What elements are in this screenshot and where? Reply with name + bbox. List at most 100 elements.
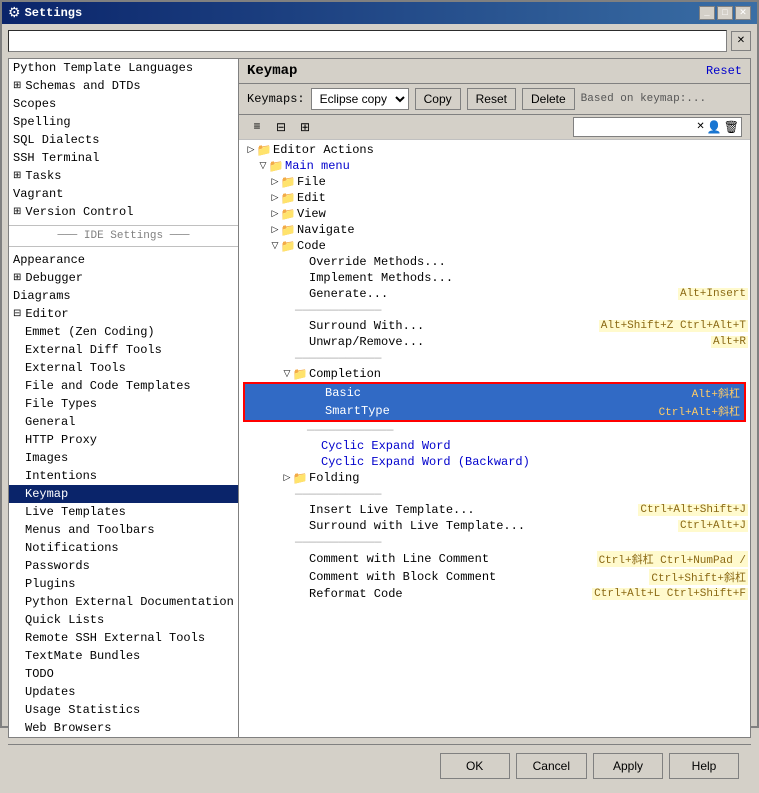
sidebar-item-remote-ssh[interactable]: Remote SSH External Tools xyxy=(9,629,238,647)
sidebar-item-debugger[interactable]: ⊞ Debugger xyxy=(9,269,238,287)
maximize-button[interactable]: □ xyxy=(717,6,733,20)
tree-node-completion[interactable]: ▽ 📁 Completion xyxy=(241,366,748,382)
tree-node-smarttype[interactable]: SmartType Ctrl+Alt+斜杠 xyxy=(245,402,744,420)
copy-button[interactable]: Copy xyxy=(415,88,461,110)
sidebar-item-textmate[interactable]: TextMate Bundles xyxy=(9,647,238,665)
sidebar-item-plugins[interactable]: Plugins xyxy=(9,575,238,593)
separator-label: ———————————— xyxy=(293,535,748,549)
sidebar-item-live-templates[interactable]: Live Templates xyxy=(9,503,238,521)
leaf-spacer xyxy=(281,320,293,332)
reset-button[interactable]: Reset xyxy=(467,88,516,110)
indent-icon[interactable]: ≡ xyxy=(247,117,267,137)
shortcut: Ctrl+Alt+J xyxy=(678,520,748,532)
minimize-button[interactable]: _ xyxy=(699,6,715,20)
tree-node-surround-with[interactable]: Surround With... Alt+Shift+Z Ctrl+Alt+T xyxy=(241,318,748,334)
sidebar-item-tasks[interactable]: ⊞ Tasks xyxy=(9,167,238,185)
sidebar-item-notifications[interactable]: Notifications xyxy=(9,539,238,557)
tree-node-editor-actions[interactable]: ▷ 📁 Editor Actions xyxy=(241,142,748,158)
tree-search-field: ✕ 👤 🗑 xyxy=(573,117,742,137)
tree-node-main-menu[interactable]: ▽ 📁 Main menu xyxy=(241,158,748,174)
tree-node-implement-methods[interactable]: Implement Methods... xyxy=(241,270,748,286)
tree-node-override-methods[interactable]: Override Methods... xyxy=(241,254,748,270)
sidebar-item-emmet[interactable]: Emmet (Zen Coding) xyxy=(9,323,238,341)
sidebar-item-spelling[interactable]: Spelling xyxy=(9,113,238,131)
tree-node-edit[interactable]: ▷ 📁 Edit xyxy=(241,190,748,206)
help-button[interactable]: Help xyxy=(669,753,739,779)
tree-node-line-comment[interactable]: Comment with Line Comment Ctrl+斜杠 Ctrl+N… xyxy=(241,550,748,568)
sidebar-item-schemas-dtds[interactable]: ⊞ Schemas and DTDs xyxy=(9,77,238,95)
sidebar-item-images[interactable]: Images xyxy=(9,449,238,467)
sidebar-item-python-template-languages[interactable]: Python Template Languages xyxy=(9,59,238,77)
sidebar-item-diagrams[interactable]: Diagrams xyxy=(9,287,238,305)
tree-label: Insert Live Template... xyxy=(307,503,638,517)
search-person-icon[interactable]: 👤 xyxy=(707,120,722,135)
tree-node-basic[interactable]: Basic Alt+斜杠 xyxy=(245,384,744,402)
leaf-spacer xyxy=(281,256,293,268)
tree-node-insert-live-template[interactable]: Insert Live Template... Ctrl+Alt+Shift+J xyxy=(241,502,748,518)
sidebar-item-file-code-templates[interactable]: File and Code Templates xyxy=(9,377,238,395)
sidebar-item-menus-toolbars[interactable]: Menus and Toolbars xyxy=(9,521,238,539)
tree-node-block-comment[interactable]: Comment with Block Comment Ctrl+Shift+斜杠 xyxy=(241,568,748,586)
ok-button[interactable]: OK xyxy=(440,753,510,779)
tree-label: Basic xyxy=(323,386,692,400)
sidebar-label: Tasks xyxy=(25,169,61,183)
sidebar-item-editor[interactable]: ⊟ Editor xyxy=(9,305,238,323)
close-button[interactable]: ✕ xyxy=(735,6,751,20)
sidebar-item-appearance[interactable]: Appearance xyxy=(9,251,238,269)
sidebar-item-scopes[interactable]: Scopes xyxy=(9,95,238,113)
keymap-reset-link[interactable]: Reset xyxy=(706,64,742,78)
delete-button[interactable]: Delete xyxy=(522,88,575,110)
tree-node-file[interactable]: ▷ 📁 File xyxy=(241,174,748,190)
sidebar-item-external-diff[interactable]: External Diff Tools xyxy=(9,341,238,359)
tree-node-cyclic-expand-backward[interactable]: Cyclic Expand Word (Backward) xyxy=(241,454,748,470)
sidebar-item-quick-lists[interactable]: Quick Lists xyxy=(9,611,238,629)
tree-node-generate[interactable]: Generate... Alt+Insert xyxy=(241,286,748,302)
search-trash-icon[interactable]: 🗑 xyxy=(724,120,739,135)
sidebar-item-http-proxy[interactable]: HTTP Proxy xyxy=(9,431,238,449)
sidebar-item-python-ext-docs[interactable]: Python External Documentation xyxy=(9,593,238,611)
sidebar-item-keymap[interactable]: Keymap xyxy=(9,485,238,503)
tree-node-code[interactable]: ▽ 📁 Code xyxy=(241,238,748,254)
sidebar-label: Editor xyxy=(25,307,68,321)
expand-icon: ▷ xyxy=(269,224,281,236)
tree-node-navigate[interactable]: ▷ 📁 Navigate xyxy=(241,222,748,238)
keymap-select[interactable]: Eclipse copy xyxy=(311,88,409,110)
sidebar-item-vagrant[interactable]: Vagrant xyxy=(9,185,238,203)
sidebar-item-version-control[interactable]: ⊞ Version Control xyxy=(9,203,238,221)
sidebar-item-ssh-terminal[interactable]: SSH Terminal xyxy=(9,149,238,167)
expand-icon: ▽ xyxy=(281,368,293,380)
search-field-icons: ✕ 👤 🗑 xyxy=(694,120,741,135)
tree-search-input[interactable] xyxy=(574,120,694,134)
folder-icon: 📁 xyxy=(281,207,295,221)
sidebar-item-file-types[interactable]: File Types xyxy=(9,395,238,413)
sidebar-item-passwords[interactable]: Passwords xyxy=(9,557,238,575)
tree-node-folding[interactable]: ▷ 📁 Folding xyxy=(241,470,748,486)
expand-icon[interactable]: ⊞ xyxy=(295,117,315,137)
tree-node-reformat-code[interactable]: Reformat Code Ctrl+Alt+L Ctrl+Shift+F xyxy=(241,586,748,602)
separator-label: ———————————— xyxy=(293,303,748,317)
search-input[interactable] xyxy=(8,30,727,52)
sidebar-item-general[interactable]: General xyxy=(9,413,238,431)
tree-node-view[interactable]: ▷ 📁 View xyxy=(241,206,748,222)
sidebar-item-intentions[interactable]: Intentions xyxy=(9,467,238,485)
tree-node-cyclic-expand[interactable]: Cyclic Expand Word xyxy=(241,438,748,454)
folder-icon: 📁 xyxy=(281,191,295,205)
search-clear-button[interactable]: ✕ xyxy=(731,31,751,51)
leaf-icon xyxy=(293,519,307,533)
sidebar-item-web-browsers[interactable]: Web Browsers xyxy=(9,719,238,737)
title-bar-left: ⚙ Settings xyxy=(8,5,82,22)
sidebar-item-external-tools[interactable]: External Tools xyxy=(9,359,238,377)
tree-node-unwrap[interactable]: Unwrap/Remove... Alt+R xyxy=(241,334,748,350)
leaf-spacer xyxy=(281,536,293,548)
collapse-icon[interactable]: ⊟ xyxy=(271,117,291,137)
sidebar-item-updates[interactable]: Updates xyxy=(9,683,238,701)
sidebar-item-sql-dialects[interactable]: SQL Dialects xyxy=(9,131,238,149)
cancel-button[interactable]: Cancel xyxy=(516,753,587,779)
leaf-icon xyxy=(293,552,307,566)
sidebar-item-todo[interactable]: TODO xyxy=(9,665,238,683)
sidebar-item-usage-statistics[interactable]: Usage Statistics xyxy=(9,701,238,719)
sidebar-label: TODO xyxy=(25,667,54,681)
tree-node-surround-live-template[interactable]: Surround with Live Template... Ctrl+Alt+… xyxy=(241,518,748,534)
apply-button[interactable]: Apply xyxy=(593,753,663,779)
search-clear-icon[interactable]: ✕ xyxy=(696,121,704,133)
